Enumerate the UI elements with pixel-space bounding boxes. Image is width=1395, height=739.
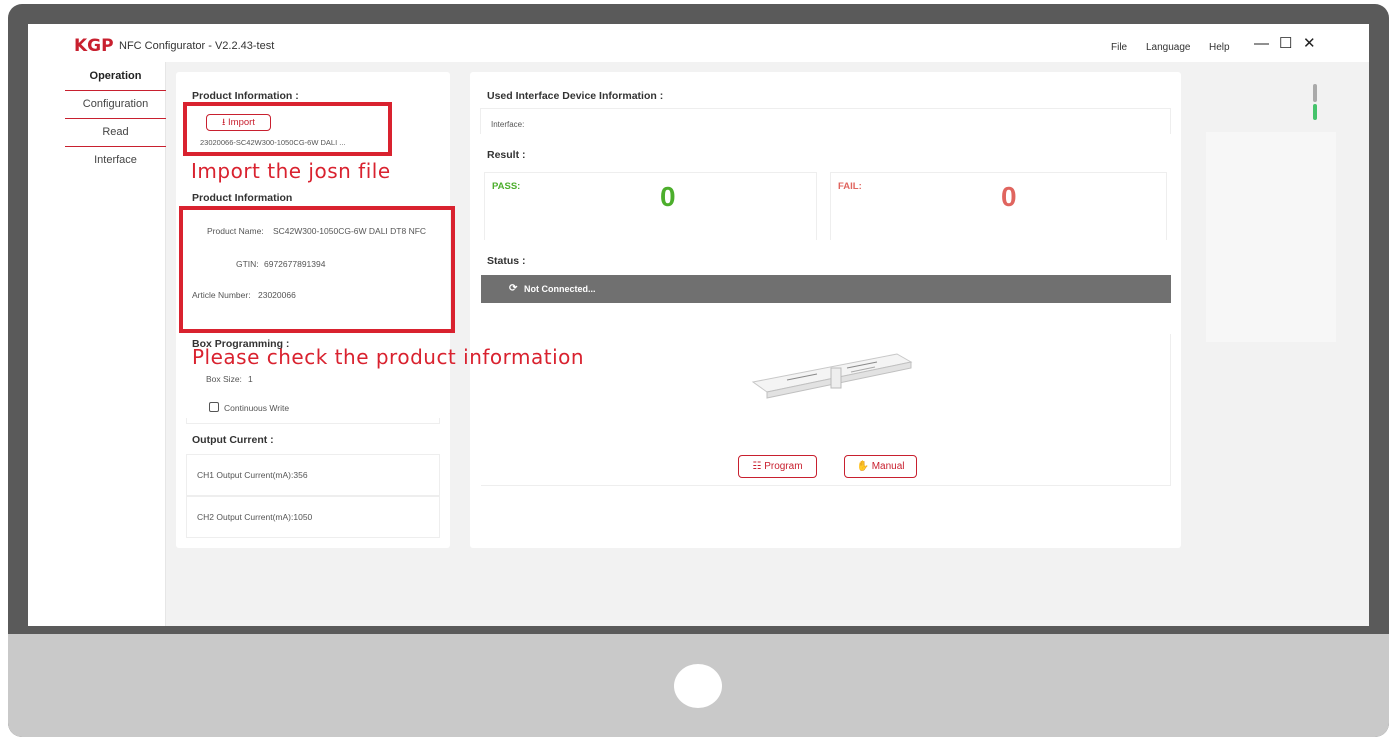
ch1-output-row: CH1 Output Current(mA):356 <box>186 454 440 496</box>
sidebar-item-read[interactable]: Read <box>65 118 166 147</box>
manual-button[interactable]: ✋ Manual <box>844 455 917 478</box>
manual-button-label: Manual <box>871 461 905 472</box>
app-title: NFC Configurator - V2.2.43-test <box>119 40 275 52</box>
sidebar-item-configuration[interactable]: Configuration <box>65 90 166 119</box>
box-programming-frame <box>186 418 440 424</box>
ch1-output-current: CH1 Output Current(mA):356 <box>197 470 308 480</box>
pass-label: PASS: <box>492 181 521 192</box>
chip-icon: ☷ <box>752 461 762 472</box>
import-highlight-box <box>183 102 392 156</box>
status-text: Not Connected... <box>524 284 596 294</box>
minimize-icon[interactable]: — <box>1254 36 1269 52</box>
program-button-label: Program <box>764 461 803 472</box>
product-info-heading: Product Information : <box>192 90 299 102</box>
pass-box: PASS: 0 <box>484 172 817 240</box>
scrollbar-track[interactable] <box>1313 84 1317 102</box>
fail-label: FAIL: <box>838 181 862 192</box>
ch2-output-row: CH2 Output Current(mA):1050 <box>186 496 440 538</box>
title-bar: KGP NFC Configurator - V2.2.43-test File… <box>28 24 1369 62</box>
menu-language[interactable]: Language <box>1146 42 1191 53</box>
continuous-write-label: Continuous Write <box>224 403 290 413</box>
import-annotation: Import the josn file <box>191 159 391 183</box>
box-size-label: Box Size: <box>206 374 242 384</box>
driver-device-image <box>751 353 913 399</box>
check-annotation: Please check the product information <box>192 345 585 369</box>
ch2-output-current: CH2 Output Current(mA):1050 <box>197 512 313 522</box>
refresh-icon: ⟳ <box>509 283 518 294</box>
menu-help[interactable]: Help <box>1209 42 1230 53</box>
program-button[interactable]: ☷ Program <box>738 455 817 478</box>
hand-icon: ✋ <box>856 461 869 472</box>
status-heading: Status : <box>487 255 526 267</box>
continuous-write-checkbox[interactable] <box>209 402 219 412</box>
background-watermark <box>1206 132 1336 342</box>
result-heading: Result : <box>487 149 526 161</box>
close-icon[interactable]: ✕ <box>1303 36 1316 52</box>
right-panel: Used Interface Device Information : Inte… <box>470 72 1181 548</box>
output-current-heading: Output Current : <box>192 434 274 446</box>
app-window: KGP NFC Configurator - V2.2.43-test File… <box>28 24 1369 626</box>
power-button-icon <box>674 664 722 708</box>
preview-area <box>481 334 1171 486</box>
interface-info-box: Interface: <box>480 108 1171 134</box>
maximize-icon[interactable]: ☐ <box>1279 36 1292 52</box>
interface-label: Interface: <box>491 120 525 129</box>
status-bar: ⟳ Not Connected... <box>481 275 1171 303</box>
sidebar: Operation Configuration Read Interface <box>65 62 166 626</box>
fail-count: 0 <box>1001 181 1017 212</box>
product-info-highlight-box <box>179 206 455 333</box>
sidebar-item-operation[interactable]: Operation <box>65 62 166 91</box>
kgp-logo: KGP <box>74 36 114 56</box>
sidebar-item-interface[interactable]: Interface <box>65 146 166 175</box>
product-info-subheading: Product Information <box>192 192 293 204</box>
menu-file[interactable]: File <box>1111 42 1127 53</box>
fail-box: FAIL: 0 <box>830 172 1167 240</box>
box-size-value: 1 <box>248 374 253 384</box>
device-info-heading: Used Interface Device Information : <box>487 90 664 102</box>
scrollbar-thumb[interactable] <box>1313 104 1317 120</box>
pass-count: 0 <box>660 181 676 212</box>
